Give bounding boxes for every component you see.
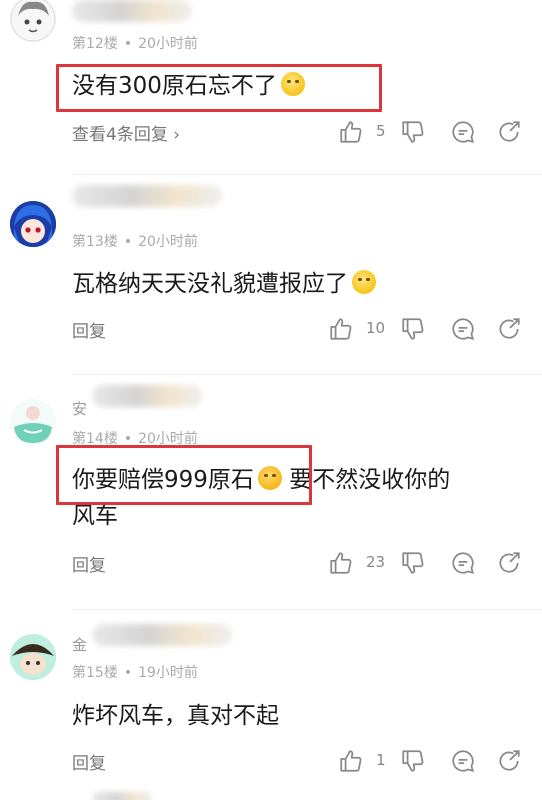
comment-actions: 回复 10	[72, 314, 528, 344]
floor-number: 第13楼	[72, 234, 118, 250]
username-redacted	[92, 624, 232, 646]
comment-floor-13: 第13楼 • 20小时前 瓦格纳天天没礼貌遭报应了 回复 10	[0, 175, 542, 375]
comment-icon[interactable]	[450, 119, 476, 145]
comment-floor-14: 安 第14楼 • 20小时前 你要赔偿999原石 要不然没收你的 风车 回复 23	[0, 375, 542, 610]
share-icon[interactable]	[496, 550, 522, 576]
share-icon[interactable]	[496, 316, 522, 342]
username-redacted	[92, 385, 202, 407]
avatar[interactable]	[10, 0, 56, 42]
comment-actions: 回复 1	[72, 746, 528, 776]
reply-button[interactable]: 回复	[72, 749, 106, 774]
timestamp: 20小时前	[138, 234, 198, 250]
comment-meta: 第15楼 • 19小时前	[72, 665, 198, 681]
like-count: 1	[376, 751, 386, 769]
comment-meta: 第13楼 • 20小时前	[72, 234, 198, 250]
comment-actions: 查看4条回复 › 5	[72, 117, 528, 147]
chevron-right-icon: ›	[167, 125, 181, 145]
comment-icon[interactable]	[450, 316, 476, 342]
like-count: 5	[376, 122, 386, 140]
reply-button[interactable]: 回复	[72, 317, 106, 342]
like-count: 23	[366, 553, 386, 571]
share-icon[interactable]	[496, 119, 522, 145]
thumb-up-icon[interactable]	[338, 748, 364, 774]
avatar[interactable]	[10, 634, 56, 680]
timestamp: 20小时前	[138, 36, 198, 52]
avatar-image	[10, 0, 56, 42]
thumb-down-icon[interactable]	[400, 316, 426, 342]
smile-emoji-icon	[352, 270, 376, 294]
thumb-up-icon[interactable]	[338, 119, 364, 145]
like-count: 10	[366, 319, 386, 337]
avatar-image	[10, 634, 56, 680]
reply-button[interactable]: 回复	[72, 551, 106, 576]
avatar-image	[11, 400, 55, 444]
comment-floor-12: 第12楼 • 20小时前 没有300原石忘不了 查看4条回复 › 5	[0, 0, 542, 175]
thumb-down-icon[interactable]	[400, 119, 426, 145]
comment-icon[interactable]	[450, 748, 476, 774]
thumb-up-icon[interactable]	[328, 316, 354, 342]
next-comment-username-redacted	[92, 792, 152, 800]
floor-number: 第15楼	[72, 665, 118, 681]
comment-icon[interactable]	[450, 550, 476, 576]
thumb-down-icon[interactable]	[400, 748, 426, 774]
username-partial[interactable]: 安	[72, 398, 87, 419]
comment-body: 瓦格纳天天没礼貌遭报应了	[72, 266, 530, 302]
comment-actions: 回复 23	[72, 548, 528, 578]
username-redacted	[72, 0, 192, 22]
timestamp: 19小时前	[138, 665, 198, 681]
avatar-image	[10, 201, 56, 247]
view-replies-link[interactable]: 查看4条回复 ›	[72, 120, 180, 145]
avatar[interactable]	[10, 399, 56, 445]
thumb-up-icon[interactable]	[328, 550, 354, 576]
share-icon[interactable]	[496, 748, 522, 774]
comment-meta: 第12楼 • 20小时前	[72, 36, 198, 52]
thumb-down-icon[interactable]	[400, 550, 426, 576]
floor-number: 第12楼	[72, 36, 118, 52]
comment-body: 炸坏风车，真对不起	[72, 703, 279, 729]
comment-floor-15: 金 第15楼 • 19小时前 炸坏风车，真对不起 回复 1	[0, 610, 542, 800]
username-redacted	[72, 185, 222, 207]
username-partial[interactable]: 金	[72, 634, 87, 655]
highlight-box	[56, 445, 312, 505]
highlight-box	[56, 64, 382, 112]
avatar[interactable]	[10, 201, 56, 247]
